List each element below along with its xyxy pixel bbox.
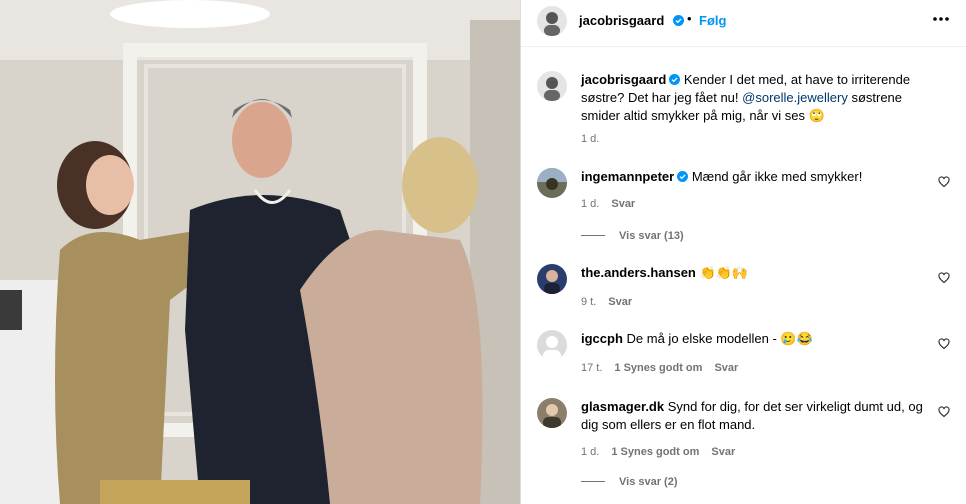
caption-text: jacobrisgaard Kender I det med, at have …	[581, 71, 926, 125]
comment-username[interactable]: the.anders.hansen	[581, 265, 696, 280]
more-horizontal-icon[interactable]	[932, 16, 950, 22]
reply-button[interactable]: Svar	[611, 198, 635, 210]
reply-button[interactable]: Svar	[608, 296, 632, 308]
view-replies-button[interactable]: Vis svar (2)	[581, 476, 678, 488]
verified-icon	[669, 74, 681, 85]
caption-username[interactable]: jacobrisgaard	[581, 72, 666, 87]
post-photo[interactable]	[0, 0, 520, 504]
comment-username[interactable]: ingemannpeter	[581, 169, 674, 184]
comment-text: igccph De må jo elske modellen - 🥲😂	[581, 330, 926, 348]
dot-separator: •	[687, 11, 692, 26]
author-username[interactable]: jacobrisgaard	[579, 13, 664, 28]
verified-icon	[673, 15, 684, 26]
comment-body: Mænd går ikke med smykker!	[691, 169, 863, 184]
comment-body: De må jo elske modellen - 🥲😂	[626, 331, 813, 346]
view-replies-label: Vis svar (2)	[619, 476, 678, 488]
comment-text: glasmager.dk Synd for dig, for det ser v…	[581, 398, 926, 434]
comment-meta: 1 d. Svar	[581, 198, 647, 210]
mention-link[interactable]: @sorelle.jewellery	[742, 90, 848, 105]
heart-icon[interactable]	[938, 272, 950, 284]
post-panel: jacobrisgaard • Følg jacobrisgaard Kende…	[520, 0, 966, 504]
view-replies-label: Vis svar (13)	[619, 230, 684, 242]
comment-time[interactable]: 1 d.	[581, 198, 599, 210]
author-avatar[interactable]	[537, 6, 567, 36]
replies-line	[581, 481, 605, 482]
comment-time[interactable]: 17 t.	[581, 362, 602, 374]
comment-username[interactable]: igccph	[581, 331, 623, 346]
comment-meta: 9 t. Svar	[581, 296, 644, 308]
post-header: jacobrisgaard • Følg	[521, 0, 966, 47]
comment-meta: 17 t. 1 Synes godt om Svar	[581, 362, 750, 374]
comment-time[interactable]: 1 d.	[581, 446, 599, 458]
comment-text: the.anders.hansen 👏👏🙌	[581, 264, 926, 282]
verified-icon	[677, 171, 689, 182]
commenter-avatar[interactable]	[537, 330, 567, 360]
author-avatar-caption[interactable]	[537, 71, 567, 101]
heart-icon[interactable]	[938, 406, 950, 418]
comment-meta: 1 d. 1 Synes godt om Svar	[581, 446, 747, 458]
comment-body: 👏👏🙌	[699, 265, 749, 280]
reply-button[interactable]: Svar	[711, 446, 735, 458]
commenter-avatar[interactable]	[537, 398, 567, 428]
reply-button[interactable]: Svar	[714, 362, 738, 374]
photo-illustration	[0, 0, 520, 504]
heart-icon[interactable]	[938, 176, 950, 188]
follow-button[interactable]: Følg	[699, 13, 726, 28]
commenter-avatar[interactable]	[537, 264, 567, 294]
caption-meta: 1 d.	[581, 133, 611, 145]
comment-text: ingemannpeter Mænd går ikke med smykker!	[581, 168, 926, 186]
caption-time[interactable]: 1 d.	[581, 133, 599, 145]
view-replies-button[interactable]: Vis svar (13)	[581, 230, 684, 242]
commenter-avatar[interactable]	[537, 168, 567, 198]
comment-username[interactable]: glasmager.dk	[581, 399, 664, 414]
likes-count[interactable]: 1 Synes godt om	[611, 446, 699, 458]
heart-icon[interactable]	[938, 338, 950, 350]
likes-count[interactable]: 1 Synes godt om	[614, 362, 702, 374]
replies-line	[581, 235, 605, 236]
comment-time[interactable]: 9 t.	[581, 296, 596, 308]
